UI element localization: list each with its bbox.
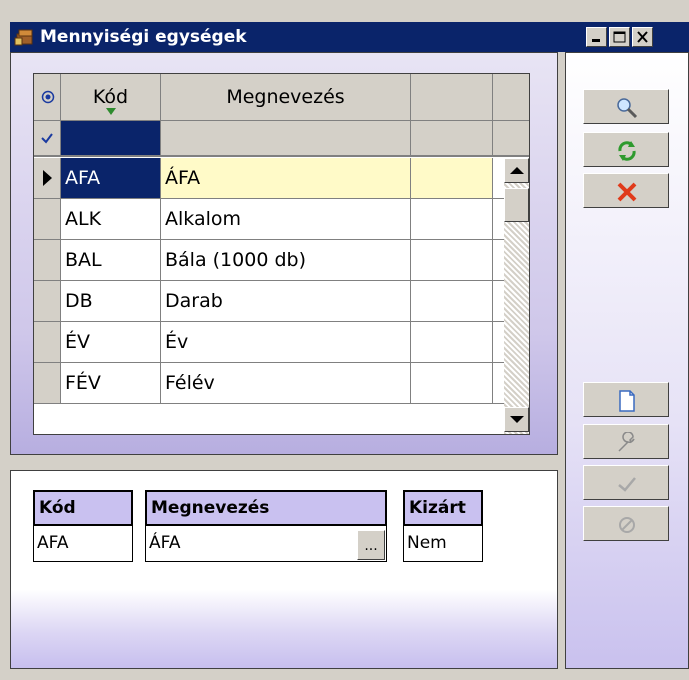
close-icon [637, 31, 648, 43]
filter-check-icon [34, 121, 61, 155]
table-row[interactable]: FÉV Félév [34, 363, 529, 404]
cell-megnevezes[interactable]: Alkalom [161, 199, 411, 239]
cancel-button[interactable] [583, 506, 669, 541]
table-row[interactable]: BAL Bála (1000 db) [34, 240, 529, 281]
minimize-button[interactable] [586, 27, 607, 47]
refresh-icon [618, 141, 636, 161]
vertical-scrollbar[interactable] [504, 158, 529, 434]
title-bar[interactable]: Mennyiségi egységek [10, 22, 689, 52]
search-icon [617, 98, 638, 119]
cell-megnevezes[interactable]: Bála (1000 db) [161, 240, 411, 280]
close-button[interactable] [632, 27, 653, 47]
wrench-icon [618, 432, 635, 452]
cell-extra[interactable] [411, 363, 493, 403]
arrow-up-icon [510, 167, 524, 174]
cancel-icon [619, 517, 635, 533]
check-icon [618, 477, 636, 492]
megnevezes-label: Megnevezés [145, 490, 387, 526]
column-header-kod[interactable]: Kód [61, 74, 161, 120]
maximize-icon [613, 31, 626, 43]
table-row[interactable]: DB Darab [34, 281, 529, 322]
cell-extra[interactable] [411, 281, 493, 321]
window-title: Mennyiségi egységek [40, 27, 247, 47]
cell-megnevezes[interactable]: Darab [161, 281, 411, 321]
table-row[interactable]: ÉV Év [34, 322, 529, 363]
cell-kod[interactable]: BAL [61, 240, 161, 280]
arrow-down-icon [510, 416, 524, 423]
cell-kod[interactable]: AFA [61, 158, 161, 198]
kizart-label: Kizárt [403, 490, 483, 526]
filter-row [34, 121, 529, 157]
grid-header: Kód Megnevezés [34, 74, 529, 121]
row-indicator[interactable] [34, 158, 61, 198]
row-indicator[interactable] [34, 199, 61, 239]
filter-extra-input[interactable] [411, 121, 493, 155]
kod-field[interactable]: AFA [33, 526, 133, 562]
delete-button[interactable] [583, 173, 669, 208]
cell-megnevezes[interactable]: Félév [161, 363, 411, 403]
row-indicator[interactable] [34, 240, 61, 280]
confirm-button[interactable] [583, 465, 669, 500]
main-window: Mennyiségi egységek Kód Megnevezés AFA Á… [0, 0, 689, 680]
scroll-thumb[interactable] [504, 188, 529, 222]
filter-kod-input[interactable] [61, 121, 161, 155]
column-header-megnevezes-label: Megnevezés [226, 86, 345, 108]
cell-megnevezes[interactable]: ÁFA [161, 158, 411, 198]
cell-extra[interactable] [411, 158, 493, 198]
kod-label: Kód [33, 490, 133, 526]
kizart-field[interactable]: Nem [403, 526, 483, 562]
cell-kod[interactable]: DB [61, 281, 161, 321]
cell-extra[interactable] [411, 199, 493, 239]
delete-icon [617, 182, 637, 202]
new-document-icon [619, 390, 635, 412]
current-row-icon [43, 170, 52, 186]
table-row[interactable]: ALK Alkalom [34, 199, 529, 240]
cell-kod[interactable]: ALK [61, 199, 161, 239]
column-header-megnevezes[interactable]: Megnevezés [161, 74, 411, 120]
select-all-icon[interactable] [34, 74, 61, 120]
scroll-up-button[interactable] [504, 158, 529, 183]
megnevezes-field[interactable]: ÁFA [145, 526, 387, 562]
cell-kod[interactable]: ÉV [61, 322, 161, 362]
megnevezes-browse-button[interactable]: ... [357, 530, 385, 560]
minimize-icon [592, 39, 600, 42]
cell-extra[interactable] [411, 240, 493, 280]
new-button[interactable] [583, 382, 669, 417]
column-header-kod-label: Kód [92, 86, 129, 108]
refresh-button[interactable] [583, 132, 669, 167]
app-icon [14, 27, 36, 47]
sort-indicator-icon [106, 108, 116, 115]
row-indicator[interactable] [34, 363, 61, 403]
data-grid[interactable]: Kód Megnevezés AFA ÁFA ALK Alkalom BAL B… [33, 73, 530, 435]
scroll-down-button[interactable] [504, 407, 529, 432]
cell-extra[interactable] [411, 322, 493, 362]
cell-kod[interactable]: FÉV [61, 363, 161, 403]
row-indicator[interactable] [34, 281, 61, 321]
edit-button[interactable] [583, 424, 669, 459]
column-header-extra[interactable] [411, 74, 493, 120]
cell-megnevezes[interactable]: Év [161, 322, 411, 362]
row-indicator[interactable] [34, 322, 61, 362]
maximize-button[interactable] [609, 27, 630, 47]
search-button[interactable] [583, 89, 669, 124]
filter-megnevezes-input[interactable] [161, 121, 411, 155]
table-row[interactable]: AFA ÁFA [34, 158, 529, 199]
